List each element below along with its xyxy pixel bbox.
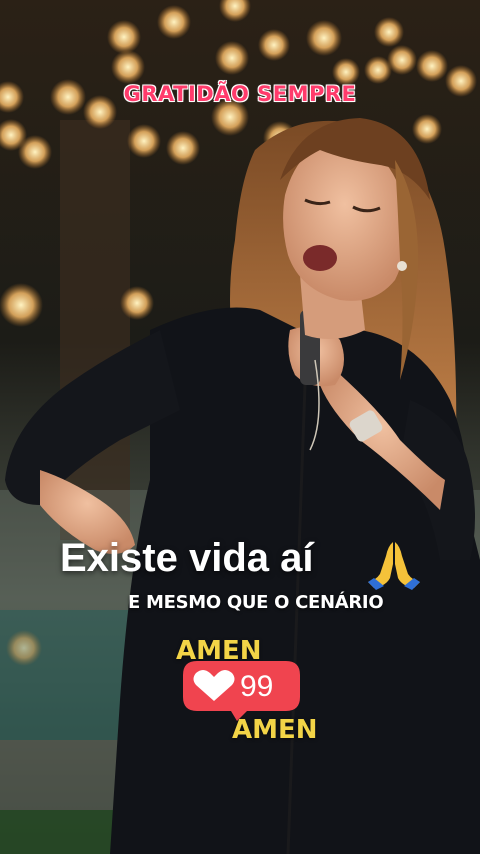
amen-text-bottom: AMEN (232, 715, 318, 745)
caption-line-sub: E MESMO QUE O CENÁRIO (128, 592, 384, 613)
header-title: GRATIDÃO SEMPRE (123, 82, 357, 106)
header-banner: GRATIDÃO SEMPRE (0, 82, 480, 106)
like-count: 99 (240, 670, 274, 703)
caption-line-main: Existe vida aí (60, 536, 314, 580)
video-frame: GRATIDÃO SEMPRE Existe vida aí E MESMO Q… (0, 0, 480, 854)
praying-hands-icon (368, 542, 420, 590)
